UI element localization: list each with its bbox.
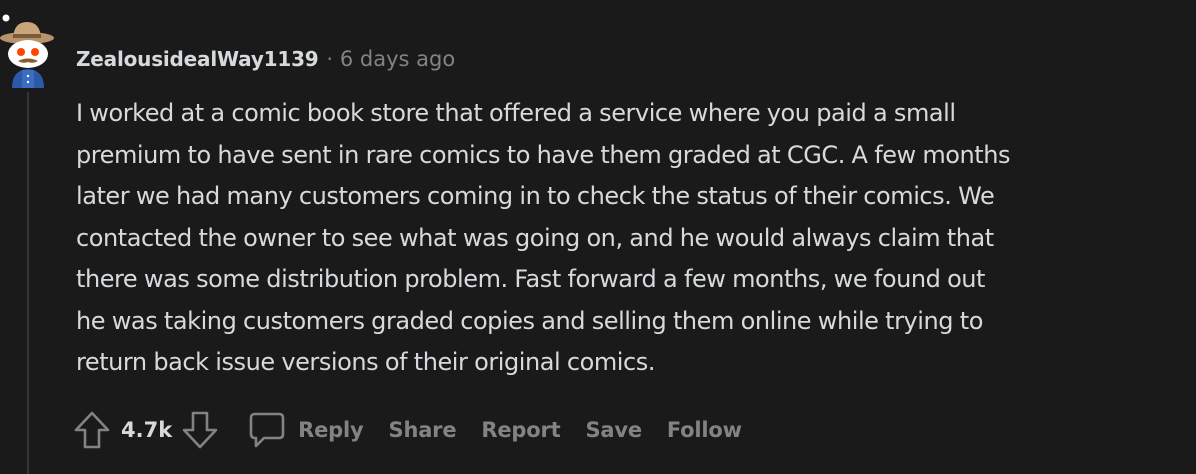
avatar[interactable] [0,14,58,88]
comment-line: there was some distribution problem. Fas… [76,265,986,293]
share-button[interactable]: Share [389,418,457,442]
comment-line: premium to have sent in rare comics to h… [76,140,1011,169]
arrow-down-icon [182,411,218,449]
report-button[interactable]: Report [481,418,560,442]
comment-line: return back issue versions of their orig… [76,348,655,376]
comment-line: he was taking customers graded copies an… [76,306,983,335]
arrow-up-icon [74,411,110,449]
upvote-button[interactable] [72,408,112,452]
downvote-button[interactable] [180,408,220,452]
comment-timestamp[interactable]: 6 days ago [340,47,455,71]
comment: ZealousidealWay1139 · 6 days ago I worke… [0,0,1196,474]
comment-line: later we had many customers coming in to… [76,182,995,210]
vote-score: 4.7k [121,418,173,442]
comment-line: contacted the owner to see what was goin… [76,223,994,252]
save-button[interactable]: Save [585,418,642,442]
follow-button[interactable]: Follow [667,418,742,442]
separator-dot: · [326,47,333,71]
speech-bubble-icon [249,412,285,448]
comment-actions: 4.7k Reply Share Report Save Follow [72,408,742,452]
comment-line: I worked at a comic book store that offe… [76,99,956,127]
reply-button[interactable]: Reply [248,411,364,449]
comment-body: I worked at a comic book store that offe… [76,93,1166,384]
comment-header: ZealousidealWay1139 · 6 days ago [76,44,455,74]
author-username[interactable]: ZealousidealWay1139 [76,47,319,71]
snoo-avatar-icon [0,14,54,88]
reply-label: Reply [298,418,364,442]
thread-line[interactable] [27,92,29,474]
